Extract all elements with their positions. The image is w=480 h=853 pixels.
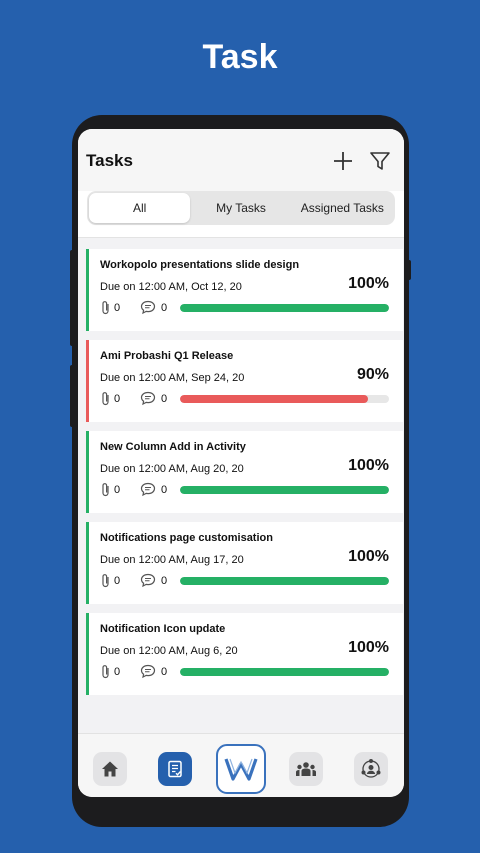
page-title: Tasks — [86, 151, 133, 170]
progress-fill — [180, 304, 389, 312]
tab-assigned-tasks[interactable]: Assigned Tasks — [292, 193, 393, 223]
tab-my-tasks[interactable]: My Tasks — [190, 193, 291, 223]
task-title: Ami Probashi Q1 Release — [100, 350, 234, 362]
paperclip-icon — [102, 483, 109, 497]
progress-fill — [180, 395, 369, 403]
app-screen: Tasks All My Tasks Assigned Tasks Workop… — [78, 129, 404, 797]
phone-side-button — [70, 365, 74, 427]
team-icon — [296, 762, 316, 776]
comment-icon — [140, 391, 156, 406]
nav-home[interactable] — [93, 752, 127, 786]
task-percent: 100% — [348, 639, 389, 656]
hero-title: Task — [202, 38, 278, 76]
progress-bar — [180, 577, 389, 585]
task-due-date: Due on 12:00 AM, Aug 17, 20 — [100, 554, 244, 566]
nav-app-logo[interactable] — [216, 744, 266, 794]
funnel-icon[interactable] — [368, 149, 392, 173]
nav-team[interactable] — [289, 752, 323, 786]
organization-icon — [361, 759, 381, 778]
nav-tasks[interactable] — [158, 752, 192, 786]
task-due-date: Due on 12:00 AM, Sep 24, 20 — [100, 372, 245, 384]
paperclip-icon — [102, 392, 109, 406]
attachment-count: 0 — [114, 393, 121, 405]
task-percent: 100% — [348, 457, 389, 474]
task-card[interactable]: Ami Probashi Q1 Release Due on 12:00 AM,… — [86, 340, 403, 422]
comment-count: 0 — [161, 302, 168, 314]
attachment-count: 0 — [114, 302, 121, 314]
attachment-count: 0 — [114, 484, 121, 496]
task-title: Workopolo presentations slide design — [100, 259, 300, 271]
attachment-count: 0 — [114, 575, 121, 587]
progress-fill — [180, 668, 389, 676]
home-icon — [102, 761, 118, 777]
task-title: Notification Icon update — [100, 623, 226, 635]
comment-count: 0 — [161, 575, 168, 587]
progress-fill — [180, 486, 389, 494]
progress-bar — [180, 668, 389, 676]
task-due-date: Due on 12:00 AM, Oct 12, 20 — [100, 281, 242, 293]
task-due-date: Due on 12:00 AM, Aug 20, 20 — [100, 463, 244, 475]
task-card[interactable]: Workopolo presentations slide design Due… — [86, 249, 403, 331]
attachment-count: 0 — [114, 666, 121, 678]
task-card[interactable]: Notification Icon update Due on 12:00 AM… — [86, 613, 403, 695]
task-title: Notifications page customisation — [100, 532, 273, 544]
paperclip-icon — [102, 301, 109, 315]
comment-icon — [140, 573, 156, 588]
progress-bar — [180, 395, 389, 403]
comment-icon — [140, 664, 156, 679]
task-percent: 100% — [348, 275, 389, 292]
app-header: Tasks — [78, 129, 404, 191]
task-percent: 100% — [348, 548, 389, 565]
task-card[interactable]: Notifications page customisation Due on … — [86, 522, 403, 604]
comment-icon — [140, 300, 156, 315]
tab-all[interactable]: All — [89, 193, 191, 223]
comment-count: 0 — [161, 393, 168, 405]
task-percent: 90% — [356, 366, 389, 383]
task-list: Workopolo presentations slide design Due… — [78, 238, 404, 733]
task-due-date: Due on 12:00 AM, Aug 6, 20 — [100, 645, 238, 657]
nav-organization[interactable] — [354, 752, 388, 786]
task-title: New Column Add in Activity — [100, 441, 246, 453]
paperclip-icon — [102, 665, 109, 679]
progress-bar — [180, 304, 389, 312]
task-list-icon — [168, 760, 182, 778]
comment-count: 0 — [161, 666, 168, 678]
bottom-nav — [78, 733, 404, 797]
phone-side-button — [407, 260, 411, 280]
comment-icon — [140, 482, 156, 497]
app-logo-icon — [224, 758, 258, 781]
plus-icon[interactable] — [331, 149, 355, 173]
task-card[interactable]: New Column Add in Activity Due on 12:00 … — [86, 431, 403, 513]
progress-fill — [180, 577, 389, 585]
task-filter-tabs: All My Tasks Assigned Tasks — [87, 191, 395, 225]
paperclip-icon — [102, 574, 109, 588]
comment-count: 0 — [161, 484, 168, 496]
progress-bar — [180, 486, 389, 494]
phone-side-button — [70, 250, 74, 346]
